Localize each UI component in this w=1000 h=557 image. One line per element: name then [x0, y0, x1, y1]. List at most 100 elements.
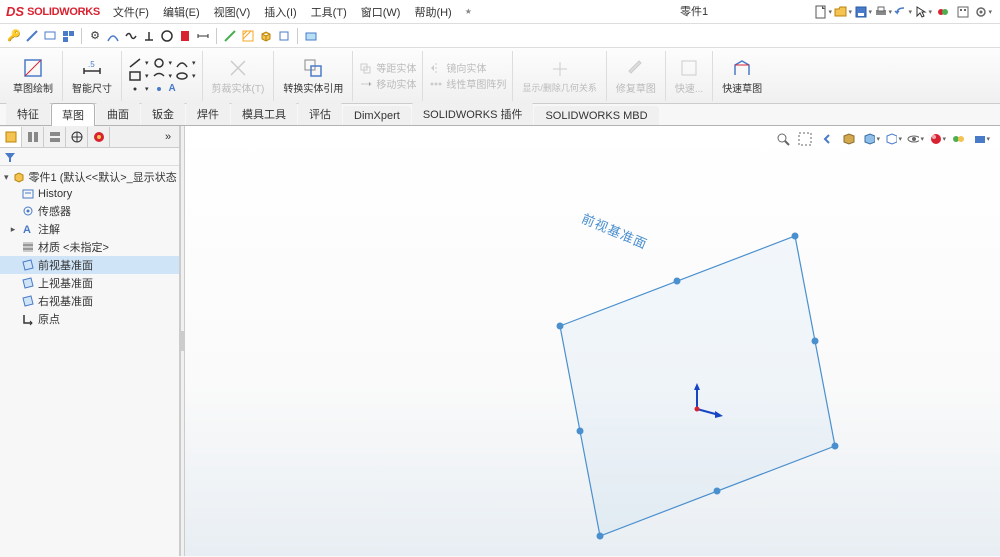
tab-sketch[interactable]: 草图: [51, 103, 95, 126]
linear-pattern-button[interactable]: 线性草图阵列: [429, 76, 506, 91]
hatch-icon[interactable]: [240, 28, 256, 44]
sensor-icon: [21, 204, 35, 218]
feature-tree-tab[interactable]: [0, 127, 22, 147]
document-title: 零件1: [680, 3, 708, 19]
options-icon[interactable]: [954, 3, 972, 21]
menu-insert[interactable]: 插入(I): [257, 4, 303, 20]
tree-sensors[interactable]: 传感器: [0, 202, 179, 220]
smart-dimension-button[interactable]: .5 智能尺寸: [69, 56, 115, 96]
zoom-area-icon[interactable]: [796, 130, 814, 148]
line-icon[interactable]: [24, 28, 40, 44]
open-doc-icon[interactable]: ▾: [834, 3, 852, 21]
grid-icon[interactable]: [60, 28, 76, 44]
new-doc-icon[interactable]: ▾: [814, 3, 832, 21]
tab-addins[interactable]: SOLIDWORKS 插件: [412, 102, 534, 125]
menu-help[interactable]: 帮助(H): [407, 4, 458, 20]
tree-right-plane[interactable]: 右视基准面: [0, 292, 179, 310]
view-orient-icon[interactable]: ▾: [862, 130, 880, 148]
feature-tree: ▾零件1 (默认<<默认>_显示状态 History 传感器 ▸A注解 材质 <…: [0, 166, 179, 330]
convert-entities-button[interactable]: 转换实体引用: [280, 56, 346, 96]
app-logo: DS SOLIDWORKS: [0, 4, 106, 19]
cube-icon[interactable]: [258, 28, 274, 44]
rapid-sketch-icon: [731, 57, 753, 79]
tab-surface[interactable]: 曲面: [96, 102, 140, 125]
curve-icon[interactable]: [105, 28, 121, 44]
plane-icon: [21, 258, 35, 272]
menu-tools[interactable]: 工具(T): [304, 4, 354, 20]
prev-view-icon[interactable]: [818, 130, 836, 148]
select-icon[interactable]: ▾: [914, 3, 932, 21]
tree-annotations[interactable]: ▸A注解: [0, 220, 179, 238]
menu-pin-icon[interactable]: ★: [459, 7, 478, 16]
front-plane-display[interactable]: 前视基准面: [555, 226, 855, 506]
offset-move-group: 等距实体 移动实体: [359, 60, 416, 91]
trim-icon: [227, 57, 249, 79]
move-entities-button[interactable]: 移动实体: [359, 76, 416, 91]
undo-icon[interactable]: ▾: [894, 3, 912, 21]
point-tool[interactable]: ▾ A: [128, 83, 196, 95]
save-icon[interactable]: ▾: [854, 3, 872, 21]
monitor-icon[interactable]: [42, 28, 58, 44]
settings-icon[interactable]: ▾: [974, 3, 992, 21]
print-icon[interactable]: ▾: [874, 3, 892, 21]
config-tab[interactable]: [44, 127, 66, 147]
tab-sheet[interactable]: 钣金: [141, 102, 185, 125]
circle-icon[interactable]: [159, 28, 175, 44]
tab-feature[interactable]: 特征: [6, 102, 50, 125]
view-settings-icon[interactable]: ▾: [972, 130, 990, 148]
repair-sketch-button[interactable]: 修复草图: [613, 56, 659, 96]
dimxpert-tab[interactable]: [66, 127, 88, 147]
dim-icon[interactable]: [195, 28, 211, 44]
tab-eval[interactable]: 评估: [298, 102, 342, 125]
section-icon[interactable]: [840, 130, 858, 148]
perp-icon[interactable]: [141, 28, 157, 44]
rect-tool[interactable]: ▾ ▾ ▾: [128, 70, 196, 82]
quick-button[interactable]: 快速...: [672, 56, 706, 96]
tab-mbd[interactable]: SOLIDWORKS MBD: [534, 106, 658, 125]
tree-origin[interactable]: 原点: [0, 310, 179, 328]
display-tab[interactable]: [88, 127, 110, 147]
key-icon[interactable]: 🔑: [6, 28, 22, 44]
tree-history[interactable]: History: [0, 186, 179, 202]
axis-icon[interactable]: [222, 28, 238, 44]
trim-entities-button[interactable]: 剪裁实体(T): [209, 56, 268, 96]
origin-triad: [685, 381, 725, 421]
tree-material[interactable]: 材质 <未指定>: [0, 238, 179, 256]
display-style-icon[interactable]: ▾: [884, 130, 902, 148]
tab-mold[interactable]: 模具工具: [231, 102, 297, 125]
menu-window[interactable]: 窗口(W): [354, 4, 408, 20]
filter-bar[interactable]: [0, 148, 179, 166]
rapid-sketch-button[interactable]: 快速草图: [719, 56, 765, 96]
offset-entities-button[interactable]: 等距实体: [359, 60, 416, 75]
tree-front-plane[interactable]: 前视基准面: [0, 256, 179, 274]
property-tab[interactable]: [22, 127, 44, 147]
tree-root[interactable]: ▾零件1 (默认<<默认>_显示状态: [0, 168, 179, 186]
tree-top-plane[interactable]: 上视基准面: [0, 274, 179, 292]
appearance-icon[interactable]: ▾: [928, 130, 946, 148]
panel-expand-icon[interactable]: »: [157, 127, 179, 147]
book-icon[interactable]: [177, 28, 193, 44]
feature-manager-panel: » ▾零件1 (默认<<默认>_显示状态 History 传感器 ▸A注解 材质…: [0, 126, 180, 556]
graphics-viewport[interactable]: ▾ ▾ ▾ ▾ ▾ 前视基准面: [185, 126, 1000, 556]
zoom-fit-icon[interactable]: [774, 130, 792, 148]
origin-icon: [21, 312, 35, 326]
menu-file[interactable]: 文件(F): [106, 4, 156, 20]
box-icon[interactable]: [276, 28, 292, 44]
panel-tabs: »: [0, 126, 179, 148]
main-area: » ▾零件1 (默认<<默认>_显示状态 History 传感器 ▸A注解 材质…: [0, 126, 1000, 556]
face-icon[interactable]: [303, 28, 319, 44]
tab-weld[interactable]: 焊件: [186, 102, 230, 125]
menu-edit[interactable]: 编辑(E): [156, 4, 207, 20]
tab-dimxpert[interactable]: DimXpert: [343, 106, 411, 125]
hide-show-icon[interactable]: ▾: [906, 130, 924, 148]
menu-view[interactable]: 视图(V): [207, 4, 258, 20]
gear-icon[interactable]: ⚙: [87, 28, 103, 44]
sketch-button[interactable]: 草图绘制: [10, 56, 56, 96]
display-relations-button[interactable]: 显示/删除几何关系: [519, 57, 600, 95]
line-tool[interactable]: ▾ ▾ ▾: [128, 57, 196, 69]
rebuild-icon[interactable]: [934, 3, 952, 21]
mirror-entities-button[interactable]: 镜向实体: [429, 60, 506, 75]
plane-icon: [21, 276, 35, 290]
scene-icon[interactable]: [950, 130, 968, 148]
wave-icon[interactable]: [123, 28, 139, 44]
